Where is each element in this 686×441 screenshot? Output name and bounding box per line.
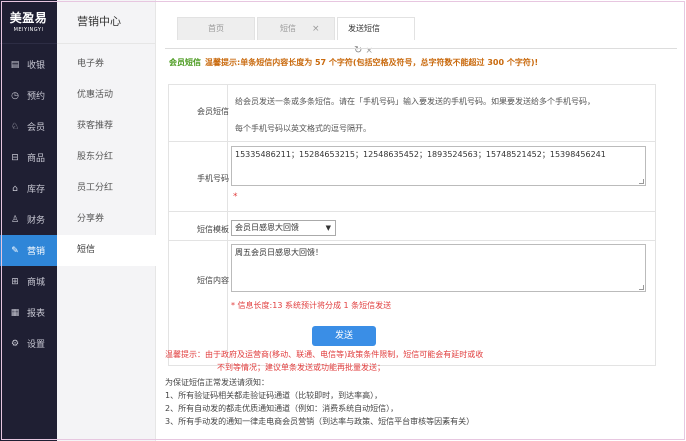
logo-subtext: MEIYINGYI: [13, 27, 44, 33]
submenu-item-shareholder-dividend[interactable]: 股东分红: [57, 142, 156, 173]
sms-content-value: 周五会员日感恩大回馈！: [235, 248, 323, 257]
guide-item: 1、所有验证码相关都走验证码通道（比较即时，到达率高），: [165, 391, 383, 400]
member-sms-description-line2: 每个手机号码以英文格式的逗号隔开。: [235, 124, 371, 133]
nav-label: 营销: [27, 247, 46, 257]
row-divider: [169, 141, 655, 142]
member-sms-description-line1: 给会员发送一条或多条短信。请在「手机号码」输入要发送的手机号码。如果要发送给多个…: [235, 97, 595, 106]
secondary-sidebar: 营销中心 电子券 优惠活动 获客推荐 股东分红 员工分红 分享券 短信: [57, 0, 156, 441]
mall-icon: ⊞: [11, 276, 19, 287]
nav-item-cashier[interactable]: ▤ 收银: [0, 49, 57, 80]
nav-label: 收银: [27, 61, 46, 71]
guide-item: 3、所有手动发的通知一律走电商会员营销（到达率与政策、短信平台审核等因素有关）: [165, 417, 475, 426]
brand-logo[interactable]: 美盈易 MEIYINGYI: [0, 0, 57, 44]
member-sms-label: 会员短信: [197, 107, 229, 116]
nav-label: 商品: [27, 154, 46, 164]
submenu-item-promotion[interactable]: 优惠活动: [57, 80, 156, 111]
nav-label: 预约: [27, 92, 46, 102]
goods-icon: ⊟: [11, 152, 19, 163]
sms-content-textarea[interactable]: 周五会员日感恩大回馈！: [231, 244, 646, 292]
submenu-item-share-coupon[interactable]: 分享券: [57, 204, 156, 235]
submenu-title: 营销中心: [57, 0, 155, 44]
row-divider: [169, 211, 655, 212]
carrier-warning-line2: 不到等情况；建议单条发送或功能再批量发送；: [217, 363, 385, 372]
carrier-warning-line1: 温馨提示：由于政府及运营商(移动、联通、电信等)政策条件限制，短信可能会有延时或…: [165, 350, 484, 359]
submenu-item-sms[interactable]: 短信: [57, 235, 156, 266]
nav-item-finance[interactable]: ♙ 财务: [0, 204, 57, 235]
nav-label: 设置: [27, 340, 46, 350]
nav-item-marketing[interactable]: ✎ 营销: [0, 235, 57, 266]
guide-title: 为保证短信正常发送请须知：: [165, 378, 269, 387]
phone-number-value: 15335486211；15284653215；12548635452；1893…: [235, 150, 606, 159]
submenu-item-staff-dividend[interactable]: 员工分红: [57, 173, 156, 204]
tab-label: 短信: [280, 24, 296, 33]
tab-sms[interactable]: 短信 ×: [257, 17, 335, 40]
nav-label: 会员: [27, 123, 46, 133]
nav-item-inventory[interactable]: ⌂ 库存: [0, 173, 57, 204]
phone-number-textarea[interactable]: 15335486211；15284653215；12548635452；1893…: [231, 146, 646, 186]
tab-bar: 首页 短信 × 发送短信↻ ×: [156, 0, 686, 56]
notice-label: 会员短信: [169, 58, 201, 67]
warehouse-icon: ⌂: [12, 183, 18, 194]
report-icon: ▦: [10, 307, 20, 318]
sms-template-label: 短信模板: [197, 225, 229, 234]
primary-sidebar: 美盈易 MEIYINGYI ▤ 收银 ◷ 预约 ♘ 会员 ⊟ 商品 ⌂ 库存 ♙ 财务 ✎ 营…: [0, 0, 57, 441]
sms-content-label: 短信内容: [197, 276, 229, 285]
submenu-item-referral[interactable]: 获客推荐: [57, 111, 156, 142]
notice-text: 温馨提示:单条短信内容长度为 57 个字符(包括空格及符号，总字符数不能超过 3…: [205, 58, 539, 67]
main-content: 会员短信 温馨提示:单条短信内容长度为 57 个字符(包括空格及符号，总字符数不能…: [165, 48, 677, 433]
cash-register-icon: ▤: [10, 59, 20, 70]
required-mark: *: [233, 192, 238, 202]
row-divider: [169, 240, 655, 241]
resize-handle-icon[interactable]: [639, 285, 644, 290]
send-button[interactable]: 发送: [312, 326, 376, 346]
guide-item: 2、所有自动发的都走优质通知通道（例如：消费系统自动短信），: [165, 404, 399, 413]
phone-number-label: 手机号码: [197, 174, 229, 183]
member-icon: ♘: [10, 121, 20, 132]
logo-text: 美盈易: [9, 11, 48, 25]
nav-item-booking[interactable]: ◷ 预约: [0, 80, 57, 111]
marketing-icon: ✎: [11, 245, 19, 256]
resize-handle-icon[interactable]: [639, 179, 644, 184]
chevron-down-icon: ▼: [325, 224, 331, 232]
submenu-item-ecoupon[interactable]: 电子券: [57, 49, 156, 80]
tab-home[interactable]: 首页: [177, 17, 255, 40]
app-window: 美盈易 MEIYINGYI ▤ 收银 ◷ 预约 ♘ 会员 ⊟ 商品 ⌂ 库存 ♙ 财务 ✎ 营…: [0, 0, 686, 441]
tab-label: 首页: [208, 24, 224, 33]
sms-length-hint: * 信息长度:13 系统预计将分成 1 条短信发送: [231, 301, 392, 310]
nav-item-goods[interactable]: ⊟ 商品: [0, 142, 57, 173]
nav-label: 商城: [27, 278, 46, 288]
nav-item-report[interactable]: ▦ 报表: [0, 297, 57, 328]
clock-icon: ◷: [11, 90, 19, 101]
nav-label: 报表: [27, 309, 46, 319]
nav-label: 财务: [27, 216, 46, 226]
nav-item-mall[interactable]: ⊞ 商城: [0, 266, 57, 297]
sms-length-notice: 会员短信 温馨提示:单条短信内容长度为 57 个字符(包括空格及符号，总字符数不能…: [169, 57, 538, 68]
finance-icon: ♙: [10, 214, 20, 225]
sms-template-select[interactable]: 会员日感恩大回馈 ▼: [231, 220, 336, 236]
sms-template-value: 会员日感恩大回馈: [235, 223, 299, 232]
tab-label: 发送短信: [348, 24, 380, 33]
nav-item-settings[interactable]: ⚙ 设置: [0, 328, 57, 359]
tab-send-sms[interactable]: 发送短信↻ ×: [337, 17, 415, 56]
sms-form: 会员短信 给会员发送一条或多条短信。请在「手机号码」输入要发送的手机号码。如果要…: [168, 84, 656, 366]
close-icon[interactable]: ×: [312, 24, 320, 34]
nav-item-member[interactable]: ♘ 会员: [0, 111, 57, 142]
nav-label: 库存: [27, 185, 46, 195]
settings-icon: ⚙: [10, 338, 20, 349]
